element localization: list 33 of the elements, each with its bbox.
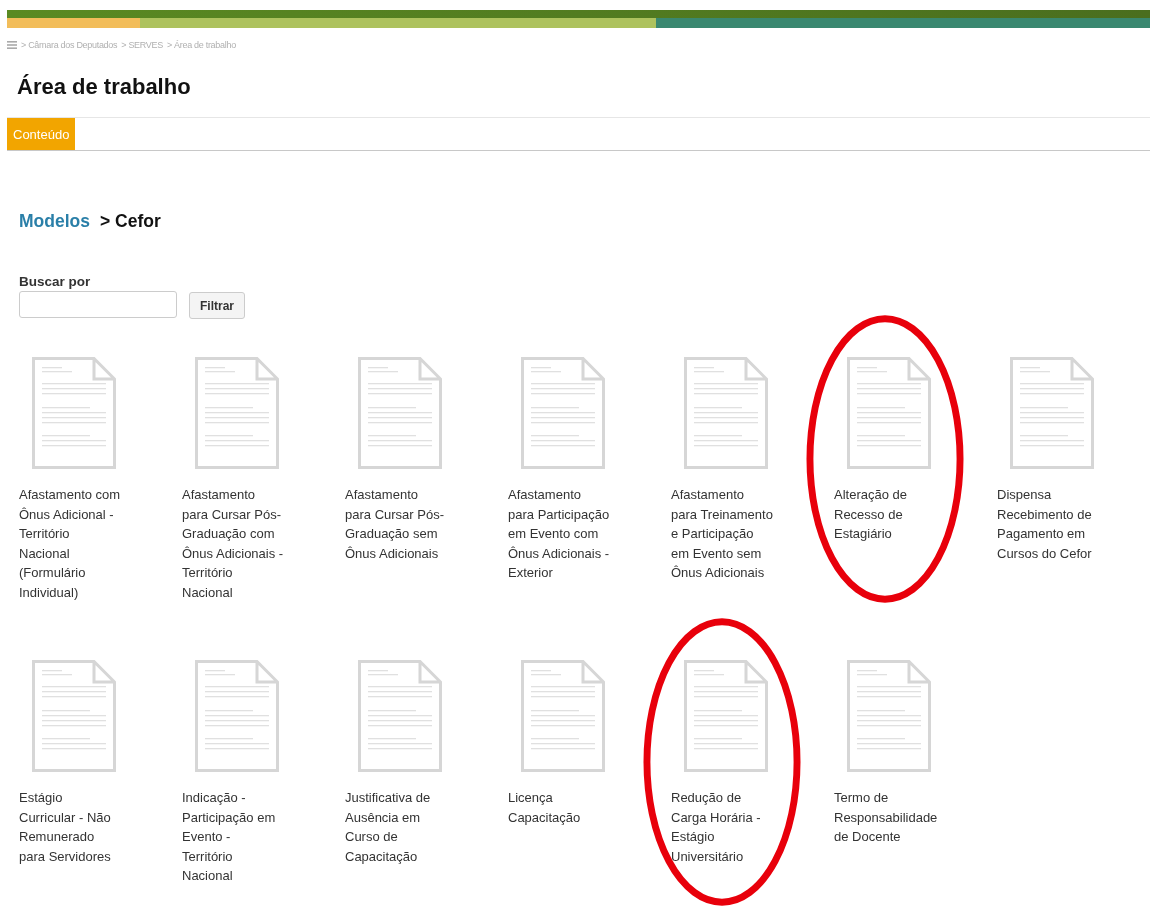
search-field[interactable] bbox=[19, 291, 177, 318]
document-link[interactable]: Afastamento para Cursar Pós-Graduação sem Ônus Adicionais bbox=[345, 485, 447, 563]
document-icon[interactable] bbox=[358, 357, 442, 469]
document-icon[interactable] bbox=[684, 660, 768, 772]
models-link[interactable]: Modelos bbox=[19, 211, 90, 232]
document-icon[interactable] bbox=[195, 357, 279, 469]
document-link[interactable]: Indicação - Participação em Evento - Território Nacional bbox=[182, 788, 284, 886]
document-link[interactable]: Afastamento para Treinamento e Participação em Evento sem Ônus Adicionais bbox=[671, 485, 773, 583]
document-link[interactable]: Afastamento com Ônus Adicional - Território Nacional (Formulário Individual) bbox=[19, 485, 121, 602]
document-link[interactable]: Afastamento para Participação em Evento com Ônus Adicionais - Exterior bbox=[508, 485, 610, 583]
document-icon[interactable] bbox=[847, 357, 931, 469]
page-title: Área de trabalho bbox=[17, 75, 192, 99]
document-link[interactable]: Afastamento para Cursar Pós-Graduação com Ônus Adicionais - Território Nacional bbox=[182, 485, 284, 602]
document-link[interactable]: Redução de Carga Horária - Estágio Universitário bbox=[671, 788, 773, 866]
filter-button[interactable]: Filtrar bbox=[189, 292, 245, 319]
document-icon[interactable] bbox=[684, 357, 768, 469]
document-link[interactable]: Justificativa de Ausência em Curso de Capacitação bbox=[345, 788, 447, 866]
document-link[interactable]: Termo de Responsabilidade de Docente bbox=[834, 788, 936, 847]
menu-icon[interactable] bbox=[7, 41, 17, 49]
document-icon[interactable] bbox=[1010, 357, 1094, 469]
document-icon[interactable] bbox=[521, 357, 605, 469]
document-icon[interactable] bbox=[32, 357, 116, 469]
current-folder: > Cefor bbox=[100, 211, 161, 232]
document-icon[interactable] bbox=[32, 660, 116, 772]
document-icon[interactable] bbox=[847, 660, 931, 772]
document-icon[interactable] bbox=[521, 660, 605, 772]
document-icon[interactable] bbox=[195, 660, 279, 772]
document-link[interactable]: Alteração de Recesso de Estagiário bbox=[834, 485, 936, 544]
document-link[interactable]: Dispensa Recebimento de Pagamento em Cursos do Cefor bbox=[997, 485, 1099, 563]
document-link[interactable]: Licença Capacitação bbox=[508, 788, 610, 827]
search-label: Buscar por bbox=[19, 274, 92, 289]
document-link[interactable]: Estágio Curricular - Não Remunerado para Servidores bbox=[19, 788, 121, 866]
document-icon[interactable] bbox=[358, 660, 442, 772]
